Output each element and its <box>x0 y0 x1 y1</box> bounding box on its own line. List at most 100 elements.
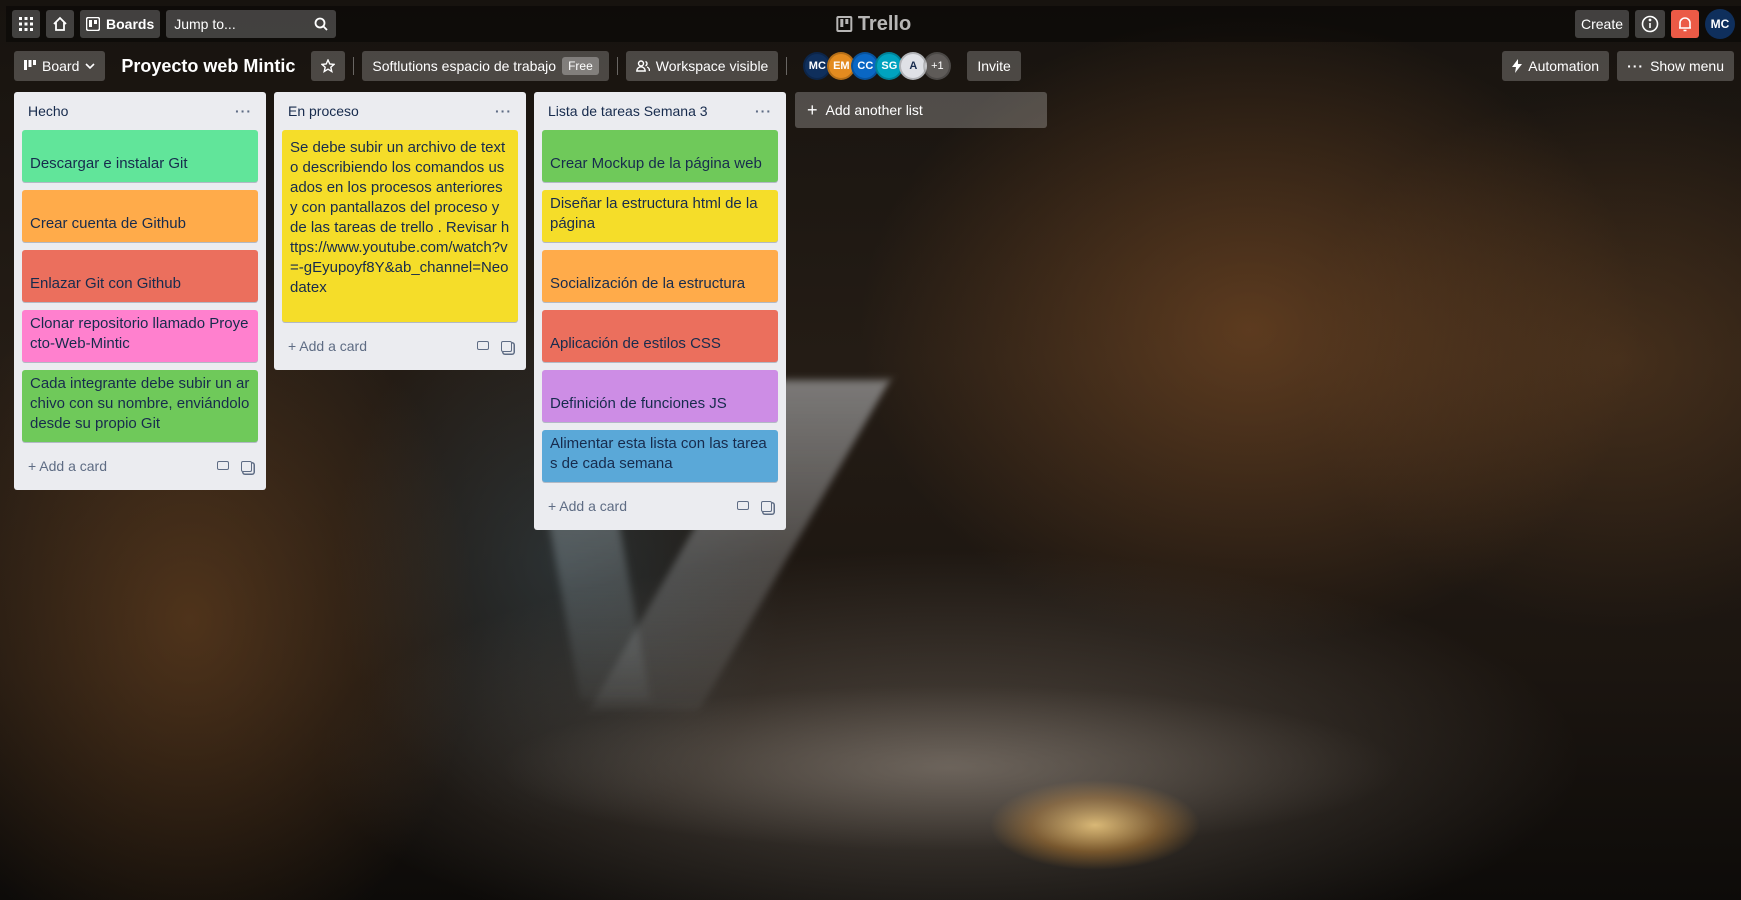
list-menu-icon[interactable]: ··· <box>495 103 512 119</box>
automation-label: Automation <box>1528 58 1600 74</box>
add-card-label: Add a card <box>39 458 108 474</box>
people-icon <box>635 60 650 72</box>
card[interactable]: Clonar repositorio llamado Proyecto-Web-… <box>22 310 258 362</box>
home-icon <box>53 16 67 31</box>
card[interactable]: Socialización de la estructura <box>542 250 778 302</box>
more-icon: ··· <box>1627 58 1645 74</box>
top-nav: Boards Jump to... Trello Create MC <box>6 6 1741 42</box>
card[interactable]: Aplicación de estilos CSS <box>542 310 778 362</box>
show-menu-label: Show menu <box>1650 58 1724 74</box>
card[interactable]: Definición de funciones JS <box>542 370 778 422</box>
boards-button[interactable]: Boards <box>80 10 161 38</box>
user-avatar[interactable]: MC <box>1705 9 1735 39</box>
workspace-badge: Free <box>562 57 599 75</box>
add-card-button[interactable]: + Add a card <box>282 330 518 362</box>
card-title: Crear Mockup de la página web <box>550 155 762 172</box>
trello-logo[interactable]: Trello <box>835 12 912 36</box>
create-button[interactable]: Create <box>1574 10 1629 38</box>
member-initials: EM <box>833 60 850 72</box>
card-title: Alimentar esta lista con las tareas de c… <box>550 435 767 472</box>
list-hecho: Hecho ··· Descargar e instalar Git Crear… <box>14 92 266 490</box>
card[interactable]: Alimentar esta lista con las tareas de c… <box>542 430 778 482</box>
board-title[interactable]: Proyecto web Mintic <box>113 56 303 77</box>
copy-icon[interactable] <box>501 340 512 352</box>
grid-icon <box>19 17 33 31</box>
visibility-button[interactable]: Workspace visible <box>625 51 779 81</box>
add-list-label: Add another list <box>825 102 923 118</box>
workspace-button[interactable]: Softlutions espacio de trabajo Free <box>362 51 609 81</box>
member-initials: MC <box>808 60 826 72</box>
chevron-down-icon <box>85 63 95 70</box>
divider <box>786 57 788 75</box>
automation-button[interactable]: Automation <box>1502 51 1610 81</box>
visibility-label: Workspace visible <box>655 58 769 74</box>
info-button[interactable] <box>1635 10 1665 38</box>
template-icon[interactable] <box>477 340 489 350</box>
extra-members-count[interactable]: +1 <box>923 52 952 80</box>
card-title: Se debe subir un archivo de texto descri… <box>290 139 510 296</box>
background-ground <box>350 680 1550 900</box>
add-card-button[interactable]: + Add a card <box>22 450 258 482</box>
board-view-icon <box>24 60 36 70</box>
list-header[interactable]: Lista de tareas Semana 3 ··· <box>542 92 778 130</box>
card-title: Clonar repositorio llamado Proyecto-Web-… <box>30 315 249 352</box>
card-title: Enlazar Git con Github <box>30 275 181 292</box>
apps-button[interactable] <box>12 10 40 38</box>
list-title[interactable]: En proceso <box>288 103 359 119</box>
plus-icon: + <box>548 498 560 514</box>
copy-icon[interactable] <box>761 500 772 512</box>
list-header[interactable]: En proceso ··· <box>282 92 518 130</box>
list-title[interactable]: Lista de tareas Semana 3 <box>548 103 708 119</box>
search-input[interactable]: Jump to... <box>166 10 337 38</box>
bell-icon <box>1679 17 1691 32</box>
card-title: Descargar e instalar Git <box>30 155 188 172</box>
star-button[interactable] <box>311 51 346 81</box>
create-label: Create <box>1580 16 1623 32</box>
divider <box>616 57 618 75</box>
add-card-label: Add a card <box>559 498 628 514</box>
notifications-button[interactable] <box>1671 10 1699 38</box>
card[interactable]: Descargar e instalar Git <box>22 130 258 182</box>
extra-members-label: +1 <box>931 60 944 72</box>
home-button[interactable] <box>46 10 74 38</box>
card[interactable]: Enlazar Git con Github <box>22 250 258 302</box>
boards-label: Boards <box>106 16 155 32</box>
divider <box>353 57 355 75</box>
card-title: Diseñar la estructura html de la página <box>550 195 758 232</box>
list-title[interactable]: Hecho <box>28 103 68 119</box>
add-card-label: Add a card <box>299 338 368 354</box>
workspace-name: Softlutions espacio de trabajo <box>372 58 557 74</box>
card[interactable]: Diseñar la estructura html de la página <box>542 190 778 242</box>
copy-icon[interactable] <box>241 460 252 472</box>
template-icon[interactable] <box>217 460 229 470</box>
list-menu-icon[interactable]: ··· <box>235 103 252 119</box>
template-icon[interactable] <box>737 500 749 510</box>
card[interactable]: Crear cuenta de Github <box>22 190 258 242</box>
card[interactable]: Se debe subir un archivo de texto descri… <box>282 130 518 322</box>
add-list-button[interactable]: + Add another list <box>795 92 1047 128</box>
search-icon <box>314 17 328 31</box>
show-menu-button[interactable]: ··· Show menu <box>1617 51 1734 81</box>
add-card-button[interactable]: + Add a card <box>542 490 778 522</box>
info-icon <box>1641 15 1659 33</box>
user-initials: MC <box>1710 17 1730 31</box>
search-placeholder: Jump to... <box>174 16 236 32</box>
card[interactable]: Cada integrante debe subir un archivo co… <box>22 370 258 442</box>
invite-label: Invite <box>977 58 1011 74</box>
plus-icon: + <box>807 99 818 120</box>
boards-icon <box>86 17 100 31</box>
list-en-proceso: En proceso ··· Se debe subir un archivo … <box>274 92 526 370</box>
member-initials: SG <box>881 60 898 72</box>
list-header[interactable]: Hecho ··· <box>22 92 258 130</box>
card-title: Cada integrante debe subir un archivo co… <box>30 375 250 432</box>
card-title: Definición de funciones JS <box>550 395 727 412</box>
list-menu-icon[interactable]: ··· <box>755 103 772 119</box>
member-initials: A <box>909 60 918 72</box>
card[interactable]: Crear Mockup de la página web <box>542 130 778 182</box>
invite-button[interactable]: Invite <box>967 51 1021 81</box>
logo-text: Trello <box>857 12 912 35</box>
board-view-switcher[interactable]: Board <box>14 51 106 81</box>
card-title: Aplicación de estilos CSS <box>550 335 721 352</box>
board-view-label: Board <box>42 58 80 74</box>
board-header: Board Proyecto web Mintic Softlutions es… <box>14 50 1734 82</box>
